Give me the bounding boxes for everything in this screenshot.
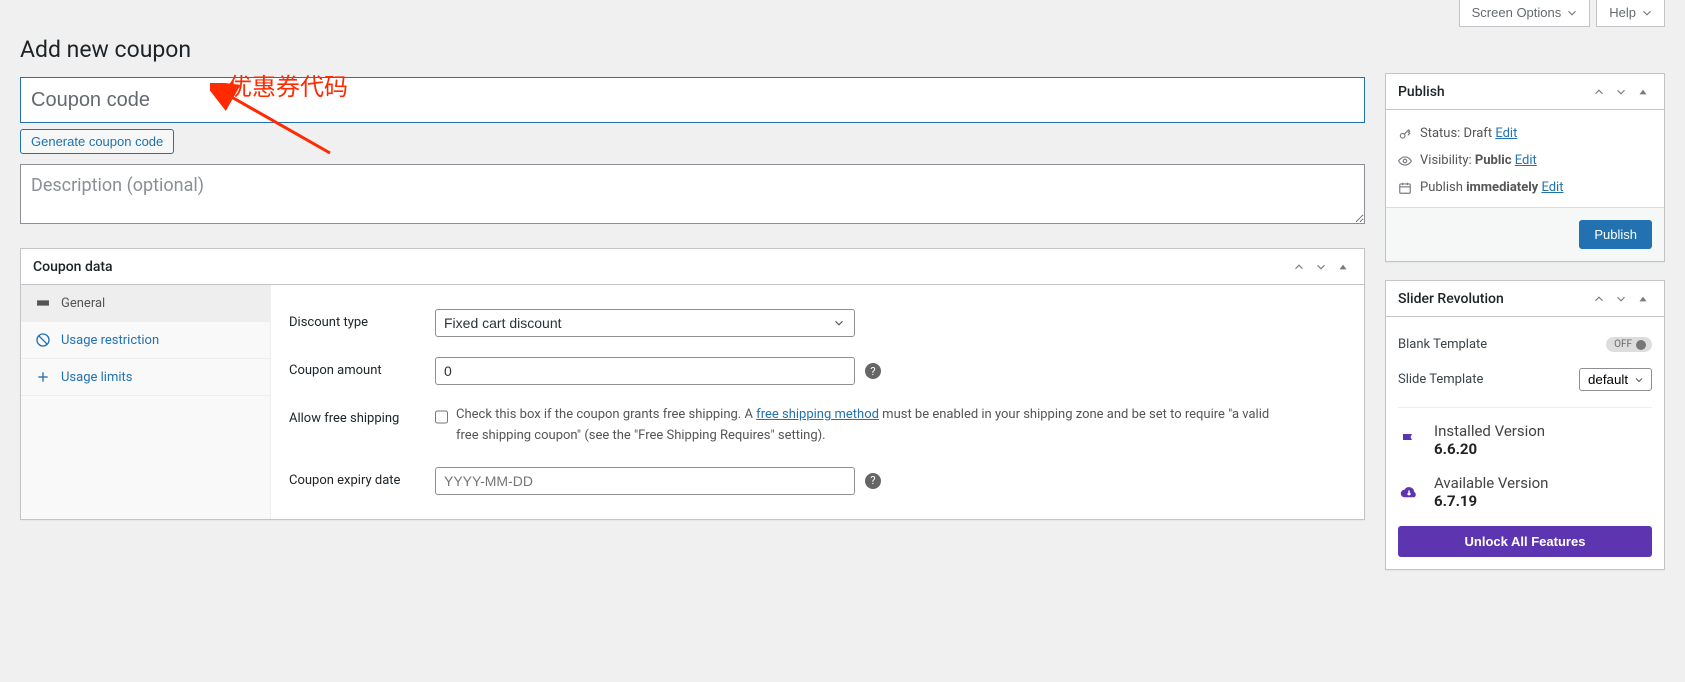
chevron-up-icon <box>1592 85 1606 99</box>
description-textarea[interactable] <box>20 164 1365 224</box>
publish-panel-title: Publish <box>1398 84 1445 100</box>
tab-general[interactable]: General <box>21 285 270 322</box>
available-version-value: 6.7.19 <box>1434 492 1548 510</box>
publish-visibility-row: Visibility: Public Edit <box>1398 147 1652 174</box>
available-version-label: Available Version <box>1434 474 1548 492</box>
panel-toggle-button[interactable] <box>1634 290 1652 308</box>
tab-general-label: General <box>61 296 105 311</box>
slider-revolution-box: Slider Revolution Blank Template OFF Sli… <box>1385 280 1665 570</box>
page-title: Add new coupon <box>20 27 1365 77</box>
tab-usage-restriction[interactable]: Usage restriction <box>21 322 270 359</box>
free-shipping-label: Allow free shipping <box>289 405 419 426</box>
panel-move-down-button[interactable] <box>1612 83 1630 101</box>
help-icon[interactable]: ? <box>865 363 881 379</box>
publish-status-row: Status: Draft Edit <box>1398 120 1652 147</box>
eye-icon <box>1398 154 1412 168</box>
panel-move-up-button[interactable] <box>1590 83 1608 101</box>
unlock-features-button[interactable]: Unlock All Features <box>1398 526 1652 557</box>
panel-move-up-button[interactable] <box>1290 258 1308 276</box>
tab-usage-limits-label: Usage limits <box>61 370 132 385</box>
cloud-download-icon <box>1400 483 1418 501</box>
coupon-expiry-input[interactable] <box>435 467 855 495</box>
coupon-amount-label: Coupon amount <box>289 357 419 378</box>
chevron-down-icon <box>1565 6 1579 20</box>
screen-options-button[interactable]: Screen Options <box>1459 0 1591 27</box>
toggle-knob-icon <box>1636 340 1646 350</box>
coupon-expiry-label: Coupon expiry date <box>289 467 419 488</box>
triangle-up-icon <box>1336 260 1350 274</box>
help-button[interactable]: Help <box>1596 0 1665 27</box>
calendar-icon <box>1398 181 1412 195</box>
panel-toggle-button[interactable] <box>1634 83 1652 101</box>
chevron-up-icon <box>1592 292 1606 306</box>
blank-template-label: Blank Template <box>1398 337 1487 352</box>
installed-version-value: 6.6.20 <box>1434 440 1545 458</box>
tab-usage-limits[interactable]: Usage limits <box>21 359 270 396</box>
ban-icon <box>35 332 51 348</box>
coupon-data-panel-title: Coupon data <box>33 259 113 275</box>
free-shipping-method-link[interactable]: free shipping method <box>756 407 879 422</box>
chevron-down-icon <box>1614 85 1628 99</box>
slide-template-label: Slide Template <box>1398 372 1483 387</box>
generate-coupon-code-button[interactable]: Generate coupon code <box>20 129 174 154</box>
publish-schedule-row: Publish immediately Edit <box>1398 174 1652 201</box>
installed-version-label: Installed Version <box>1434 422 1545 440</box>
help-icon[interactable]: ? <box>865 473 881 489</box>
edit-status-link[interactable]: Edit <box>1495 126 1517 141</box>
panel-toggle-button[interactable] <box>1334 258 1352 276</box>
coupon-code-input[interactable] <box>20 77 1365 123</box>
triangle-up-icon <box>1636 292 1650 306</box>
chevron-down-icon <box>1614 292 1628 306</box>
panel-move-down-button[interactable] <box>1612 290 1630 308</box>
chevron-up-icon <box>1292 260 1306 274</box>
publish-button[interactable]: Publish <box>1579 220 1652 249</box>
ticket-icon <box>35 295 51 311</box>
plus-icon <box>35 369 51 385</box>
free-shipping-description: Check this box if the coupon grants free… <box>456 405 1295 447</box>
screen-options-label: Screen Options <box>1472 5 1562 20</box>
slide-template-select[interactable]: default <box>1579 368 1652 391</box>
edit-schedule-link[interactable]: Edit <box>1541 180 1563 195</box>
free-shipping-checkbox[interactable] <box>435 409 448 425</box>
edit-visibility-link[interactable]: Edit <box>1515 153 1537 168</box>
blank-template-toggle[interactable]: OFF <box>1606 337 1652 352</box>
coupon-amount-input[interactable] <box>435 357 855 385</box>
panel-move-down-button[interactable] <box>1312 258 1330 276</box>
chevron-down-icon <box>1314 260 1328 274</box>
slider-revolution-panel-title: Slider Revolution <box>1398 291 1504 307</box>
key-icon <box>1398 127 1412 141</box>
tab-usage-restriction-label: Usage restriction <box>61 333 159 348</box>
discount-type-select[interactable]: Fixed cart discount <box>435 309 855 337</box>
help-label: Help <box>1609 5 1636 20</box>
flag-icon <box>1400 431 1418 449</box>
discount-type-label: Discount type <box>289 309 419 330</box>
publish-box: Publish Status: Draft Edit Visibility: P… <box>1385 73 1665 262</box>
panel-move-up-button[interactable] <box>1590 290 1608 308</box>
chevron-down-icon <box>1640 6 1654 20</box>
triangle-up-icon <box>1636 85 1650 99</box>
